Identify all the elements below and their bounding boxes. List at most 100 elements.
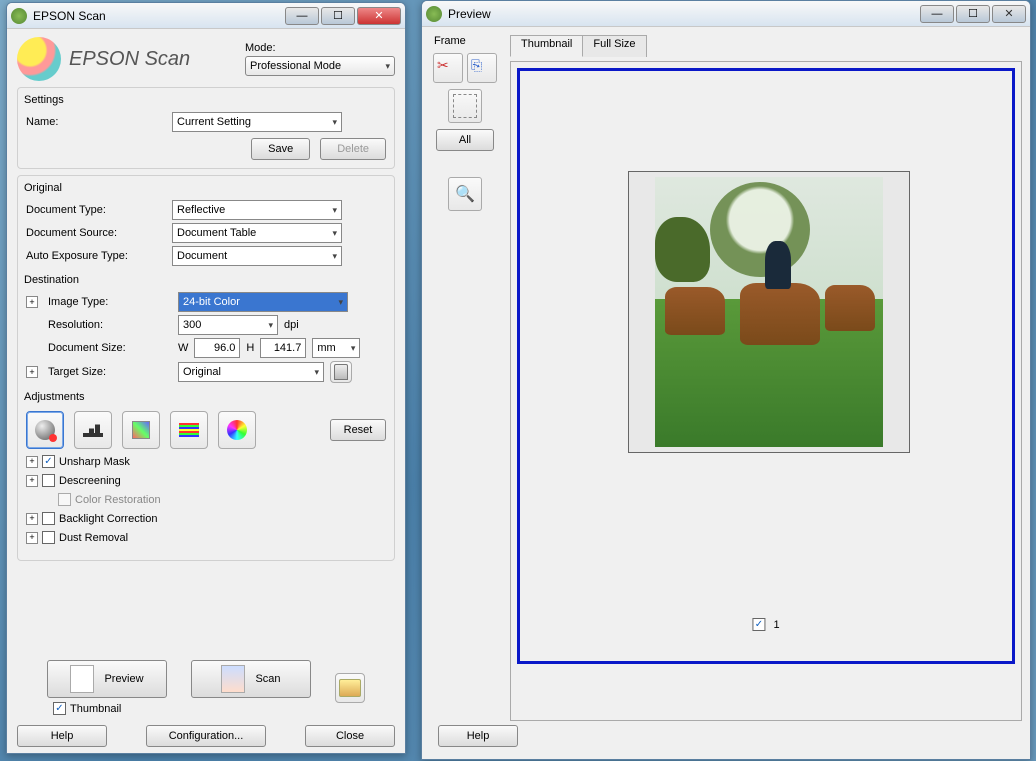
mode-dropdown[interactable]: Professional Mode (245, 56, 395, 76)
selection-frame[interactable]: ✓ 1 (517, 68, 1015, 664)
unit-dropdown[interactable]: mm (312, 338, 360, 358)
tab-thumbnail[interactable]: Thumbnail (510, 35, 583, 57)
destination-header: Destination (24, 274, 386, 286)
settings-header: Settings (24, 94, 386, 106)
preview-close-button[interactable]: ✕ (992, 5, 1026, 23)
help-button[interactable]: Help (17, 725, 107, 747)
color-palette-button[interactable] (218, 411, 256, 449)
thumbnail-label: Thumbnail (70, 703, 121, 715)
expand-dust[interactable]: + (26, 532, 38, 544)
titlebar[interactable]: EPSON Scan — ☐ ✕ (7, 3, 405, 29)
expand-target-size[interactable]: + (26, 366, 38, 378)
name-label: Name: (26, 116, 166, 128)
doc-source-label: Document Source: (26, 227, 166, 239)
reset-button[interactable]: Reset (330, 419, 386, 441)
epson-scan-window: EPSON Scan — ☐ ✕ EPSON Scan Mode: Profes… (6, 2, 406, 754)
h-label: H (246, 342, 254, 354)
dust-checkbox[interactable] (42, 531, 55, 544)
close-button[interactable]: ✕ (357, 7, 401, 25)
maximize-button[interactable]: ☐ (321, 7, 355, 25)
adjustments-header: Adjustments (24, 391, 386, 403)
auto-exposure-button[interactable] (26, 411, 64, 449)
tone-correction-button[interactable] (122, 411, 160, 449)
scan-icon (221, 665, 245, 693)
tab-full-size[interactable]: Full Size (582, 35, 646, 57)
save-button[interactable]: Save (251, 138, 310, 160)
expand-descreening[interactable]: + (26, 475, 38, 487)
auto-exposure-icon (35, 420, 55, 440)
preview-minimize-button[interactable]: — (920, 5, 954, 23)
color-restoration-checkbox[interactable] (58, 493, 71, 506)
folder-icon (339, 679, 361, 697)
histogram-button[interactable] (74, 411, 112, 449)
delete-marquee-button[interactable]: ✂ (433, 53, 463, 83)
lock-aspect-button[interactable] (330, 361, 352, 383)
preview-body: Frame ✂ ⎘ All 🔍 Thumbnail Full Size (422, 27, 1030, 759)
resolution-label: Resolution: (48, 319, 172, 331)
original-header: Original (24, 182, 386, 194)
doc-type-label: Document Type: (26, 204, 166, 216)
preview-main: Thumbnail Full Size (510, 35, 1022, 721)
unsharp-label: Unsharp Mask (59, 456, 130, 468)
auto-exposure-dropdown[interactable]: Document (172, 246, 342, 266)
preview-canvas[interactable]: ✓ 1 (510, 61, 1022, 721)
preview-titlebar[interactable]: Preview — ☐ ✕ (422, 1, 1030, 27)
erase-marquee-button[interactable] (448, 89, 482, 123)
resolution-dropdown[interactable]: 300 (178, 315, 278, 335)
resolution-unit: dpi (284, 319, 299, 331)
file-save-settings-button[interactable] (335, 673, 365, 703)
thumbnail-select-checkbox[interactable]: ✓ (752, 618, 765, 631)
descreening-label: Descreening (59, 475, 121, 487)
dust-label: Dust Removal (59, 532, 128, 544)
preview-icon (70, 665, 94, 693)
minimize-button[interactable]: — (285, 7, 319, 25)
preview-button[interactable]: Preview (47, 660, 167, 698)
settings-group: Settings Name: Current Setting Save Dele… (17, 87, 395, 169)
image-type-label: Image Type: (48, 296, 172, 308)
target-size-label: Target Size: (48, 366, 172, 378)
histogram-icon (83, 423, 103, 437)
descreening-checkbox[interactable] (42, 474, 55, 487)
zoom-button[interactable]: 🔍 (448, 177, 482, 211)
scanned-image (655, 177, 883, 447)
width-input[interactable] (194, 338, 240, 358)
duplicate-marquee-button[interactable]: ⎘ (467, 53, 497, 83)
preview-maximize-button[interactable]: ☐ (956, 5, 990, 23)
expand-unsharp[interactable]: + (26, 456, 38, 468)
thumbnail-checkbox[interactable]: ✓ (53, 702, 66, 715)
bottom-button-bar: Preview ✓ Thumbnail Scan Help Configurati… (17, 660, 395, 747)
preview-help-button[interactable]: Help (438, 725, 518, 747)
mode-label: Mode: (245, 42, 395, 54)
configuration-button[interactable]: Configuration... (146, 725, 266, 747)
doc-source-dropdown[interactable]: Document Table (172, 223, 342, 243)
marquee-icon (453, 94, 477, 118)
doc-size-label: Document Size: (48, 342, 172, 354)
backlight-label: Backlight Correction (59, 513, 157, 525)
doc-type-dropdown[interactable]: Reflective (172, 200, 342, 220)
name-dropdown[interactable]: Current Setting (172, 112, 342, 132)
delete-marquee-icon: ✂ (437, 57, 459, 79)
close-main-button[interactable]: Close (305, 725, 395, 747)
scan-button[interactable]: Scan (191, 660, 311, 698)
expand-image-type[interactable]: + (26, 296, 38, 308)
target-size-dropdown[interactable]: Original (178, 362, 324, 382)
image-type-dropdown[interactable]: 24-bit Color (178, 292, 348, 312)
delete-button[interactable]: Delete (320, 138, 386, 160)
magnifier-icon: 🔍 (455, 184, 475, 204)
curve-icon (132, 421, 150, 439)
thumbnail-index: ✓ 1 (752, 618, 779, 631)
image-adjustment-button[interactable] (170, 411, 208, 449)
preview-title: Preview (448, 7, 920, 21)
backlight-checkbox[interactable] (42, 512, 55, 525)
preview-window: Preview — ☐ ✕ Frame ✂ ⎘ All 🔍 Thumbnail (421, 0, 1031, 760)
preview-app-icon (426, 6, 442, 22)
expand-backlight[interactable]: + (26, 513, 38, 525)
select-all-button[interactable]: All (436, 129, 494, 151)
main-body: EPSON Scan Mode: Professional Mode Setti… (7, 29, 405, 753)
lock-icon (334, 364, 348, 380)
thumbnail-box[interactable] (628, 171, 910, 453)
original-group: Original Document Type: Reflective Docum… (17, 175, 395, 561)
height-input[interactable] (260, 338, 306, 358)
unsharp-checkbox[interactable]: ✓ (42, 455, 55, 468)
frame-label: Frame (434, 35, 466, 47)
